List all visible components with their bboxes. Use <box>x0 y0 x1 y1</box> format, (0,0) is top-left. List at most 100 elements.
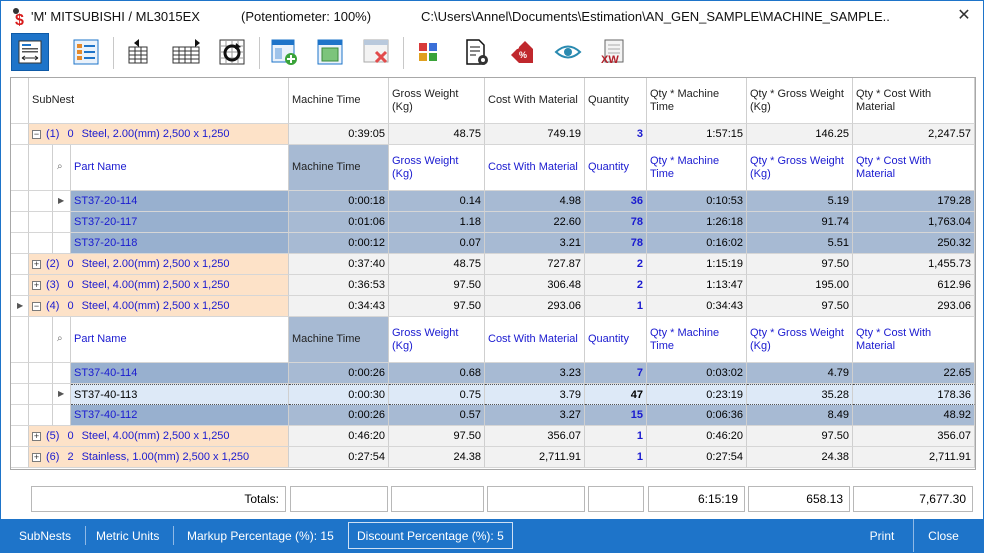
detail-column-header-machine_time[interactable]: Machine Time <box>289 317 389 363</box>
part-name[interactable]: ST37-20-114 <box>71 191 289 212</box>
export-excel-button[interactable]: XW <box>593 33 631 71</box>
detail-column-header-gross_weight[interactable]: Gross Weight (Kg) <box>389 317 485 363</box>
totals-quantity <box>588 486 644 512</box>
part-row[interactable]: ST37-40-114 0:00:26 0.68 3.23 7 0:03:02 4.79 22… <box>11 363 975 384</box>
collapse-icon[interactable]: − <box>32 301 41 311</box>
next-column-button[interactable] <box>167 33 205 71</box>
column-header-cost_with_material[interactable]: Cost With Material <box>485 78 585 124</box>
status-subnests[interactable]: SubNests <box>11 519 79 552</box>
detail-column-header-qty_cost_with_material[interactable]: Qty * Cost With Material <box>853 317 975 363</box>
subnest-row[interactable]: + (3) 0 Steel, 4.00(mm) 2,500 x 1,250 0:36:5… <box>11 275 975 296</box>
status-markup[interactable]: Markup Percentage (%): 15 <box>179 519 342 552</box>
part-detail-header-row[interactable]: ⌕ Part Name Machine Time Gross Weight (Kg) C… <box>11 317 975 363</box>
part-row[interactable]: ST37-20-117 0:01:06 1.18 22.60 78 1:26:18 91.7… <box>11 212 975 233</box>
preview-button[interactable] <box>549 33 587 71</box>
status-units[interactable]: Metric Units <box>88 519 167 552</box>
color-palette-button[interactable] <box>409 33 447 71</box>
part-qty-mt: 1:26:18 <box>647 212 747 233</box>
window-close-icon[interactable]: ✕ <box>951 4 977 28</box>
subnest-qty-gw: 97.50 <box>747 426 853 447</box>
part-row-indicator <box>53 363 71 384</box>
detail-column-header-qty_machine_time[interactable]: Qty * Machine Time <box>647 145 747 191</box>
part-name[interactable]: ST37-20-117 <box>71 212 289 233</box>
detail-column-header-qty_gross_weight[interactable]: Qty * Gross Weight (Kg) <box>747 317 853 363</box>
subnest-description: Steel, 4.00(mm) 2,500 x 1,250 <box>81 300 230 312</box>
subnest-cell[interactable]: − (4) 0 Steel, 4.00(mm) 2,500 x 1,250 <box>29 296 289 317</box>
detail-column-header-qty_cost_with_material[interactable]: Qty * Cost With Material <box>853 145 975 191</box>
detail-column-header-part_name[interactable]: Part Name <box>71 317 289 363</box>
detail-column-header-quantity[interactable]: Quantity <box>585 145 647 191</box>
detail-column-header-quantity[interactable]: Quantity <box>585 317 647 363</box>
column-header-machine_time[interactable]: Machine Time <box>289 78 389 124</box>
subnest-cell[interactable]: − (1) 0 Steel, 2.00(mm) 2,500 x 1,250 <box>29 124 289 145</box>
expand-icon[interactable]: + <box>32 259 41 269</box>
detail-column-header-machine_time[interactable]: Machine Time <box>289 145 389 191</box>
part-row[interactable]: ST37-40-112 0:00:26 0.57 3.27 15 0:06:36 8.49 4… <box>11 405 975 426</box>
collapse-icon[interactable]: − <box>32 129 41 139</box>
expand-icon[interactable]: + <box>32 280 41 290</box>
row-indicator <box>11 191 29 212</box>
subnest-cell[interactable]: + (5) 0 Steel, 4.00(mm) 2,500 x 1,250 <box>29 426 289 447</box>
subnest-qty: 1 <box>585 426 647 447</box>
report-list-button[interactable] <box>67 33 105 71</box>
subnest-row[interactable]: + (5) 0 Steel, 4.00(mm) 2,500 x 1,250 0:46:2… <box>11 426 975 447</box>
part-qty-gw: 4.79 <box>747 363 853 384</box>
part-row[interactable]: ST37-20-118 0:00:12 0.07 3.21 78 0:16:02 5.51 2… <box>11 233 975 254</box>
detail-column-header-part_name[interactable]: Part Name <box>71 145 289 191</box>
subnest-qty-mt: 1:15:19 <box>647 254 747 275</box>
subnest-row[interactable]: + (2) 0 Steel, 2.00(mm) 2,500 x 1,250 0:37:4… <box>11 254 975 275</box>
add-layout-button[interactable] <box>265 33 303 71</box>
subnest-machine-time: 0:34:43 <box>289 296 389 317</box>
detail-search-cell[interactable]: ⌕ <box>53 317 71 363</box>
expand-icon[interactable]: + <box>32 431 41 441</box>
search-icon[interactable]: ⌕ <box>57 333 63 344</box>
previous-column-button[interactable] <box>119 33 157 71</box>
subnest-cell[interactable]: + (3) 0 Steel, 4.00(mm) 2,500 x 1,250 <box>29 275 289 296</box>
part-name[interactable]: ST37-20-118 <box>71 233 289 254</box>
detail-column-header-qty_machine_time[interactable]: Qty * Machine Time <box>647 317 747 363</box>
part-name[interactable]: ST37-40-114 <box>71 363 289 384</box>
subnest-row[interactable]: ▶ − (4) 0 Steel, 4.00(mm) 2,500 x 1,250 0:34:… <box>11 296 975 317</box>
remove-layout-button[interactable] <box>357 33 395 71</box>
subnest-view-button[interactable] <box>11 33 49 71</box>
detail-column-header-gross_weight[interactable]: Gross Weight (Kg) <box>389 145 485 191</box>
close-button[interactable]: Close <box>913 519 973 552</box>
status-discount[interactable]: Discount Percentage (%): 5 <box>348 522 513 549</box>
column-header-quantity[interactable]: Quantity <box>585 78 647 124</box>
column-header-subnest[interactable]: SubNest <box>29 78 289 124</box>
part-detail-header-row[interactable]: ⌕ Part Name Machine Time Gross Weight (Kg) C… <box>11 145 975 191</box>
subnest-row[interactable]: + (6) 2 Stainless, 1.00(mm) 2,500 x 1,250 0:… <box>11 447 975 468</box>
part-name[interactable]: ST37-40-112 <box>71 405 289 426</box>
window-title-potentiometer: (Potentiometer: 100%) <box>241 9 372 24</box>
grid-header-row[interactable]: SubNest Machine Time Gross Weight (Kg) Cost… <box>11 78 975 124</box>
part-name[interactable]: ST37-40-113 <box>71 384 289 405</box>
subnest-qty-cost: 2,711.91 <box>853 447 975 468</box>
detail-column-header-qty_gross_weight[interactable]: Qty * Gross Weight (Kg) <box>747 145 853 191</box>
print-button[interactable]: Print <box>853 519 911 552</box>
part-qty-gw: 5.19 <box>747 191 853 212</box>
part-row[interactable]: ▶ ST37-40-113 0:00:30 0.75 3.79 47 0:23:19 35.2… <box>11 384 975 405</box>
detail-search-cell[interactable]: ⌕ <box>53 145 71 191</box>
subnest-qty-gw: 146.25 <box>747 124 853 145</box>
detail-column-header-cost_with_material[interactable]: Cost With Material <box>485 317 585 363</box>
detail-column-header-cost_with_material[interactable]: Cost With Material <box>485 145 585 191</box>
column-header-qty_cost_with_material[interactable]: Qty * Cost With Material <box>853 78 975 124</box>
refresh-button[interactable] <box>213 33 251 71</box>
column-header-qty_gross_weight[interactable]: Qty * Gross Weight (Kg) <box>747 78 853 124</box>
subnest-id: (4) <box>46 300 60 312</box>
expand-icon[interactable]: + <box>32 452 41 462</box>
subnest-cell[interactable]: + (2) 0 Steel, 2.00(mm) 2,500 x 1,250 <box>29 254 289 275</box>
subnest-row[interactable]: − (1) 0 Steel, 2.00(mm) 2,500 x 1,250 0:39:0… <box>11 124 975 145</box>
document-settings-button[interactable] <box>457 33 495 71</box>
subnest-qty: 3 <box>585 124 647 145</box>
layout-view-button[interactable] <box>311 33 349 71</box>
column-header-gross_weight[interactable]: Gross Weight (Kg) <box>389 78 485 124</box>
search-icon[interactable]: ⌕ <box>57 161 63 172</box>
document-settings-icon <box>466 39 488 65</box>
row-indicator <box>11 405 29 426</box>
price-tag-button[interactable]: % <box>503 33 541 71</box>
subnest-cell[interactable]: + (6) 2 Stainless, 1.00(mm) 2,500 x 1,250 <box>29 447 289 468</box>
subnest-description: Steel, 4.00(mm) 2,500 x 1,250 <box>81 279 230 291</box>
part-row[interactable]: ▶ ST37-20-114 0:00:18 0.14 4.98 36 0:10:53 5.19… <box>11 191 975 212</box>
column-header-qty_machine_time[interactable]: Qty * Machine Time <box>647 78 747 124</box>
